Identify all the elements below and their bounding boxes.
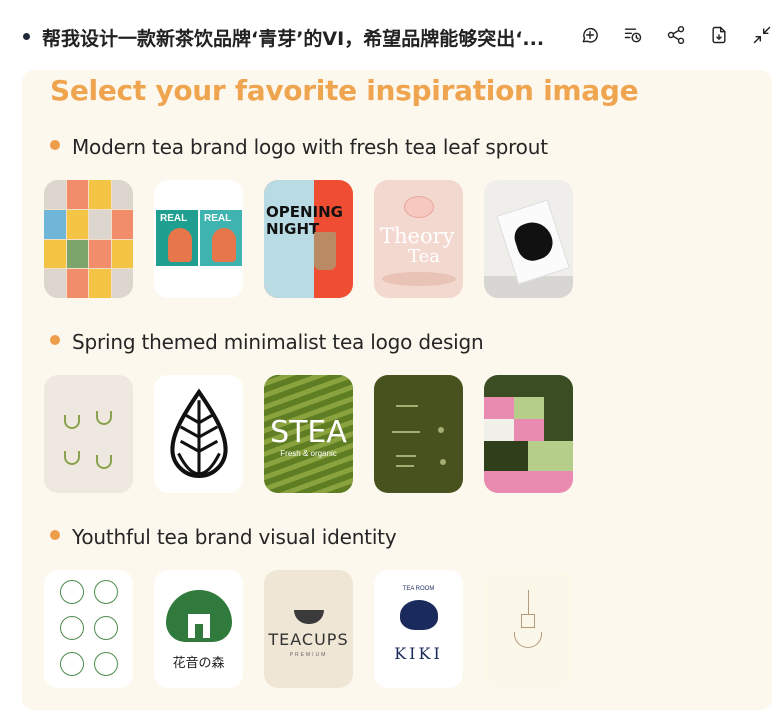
chat-header: 帮我设计一款新茶饮品牌‘青芽’的VI，希望品牌能够突出‘...: [0, 0, 783, 72]
pack-label: REAL: [204, 213, 232, 224]
tea-leaf-drop-icon: [169, 388, 228, 478]
stea-wordmark: STEA: [270, 415, 347, 450]
inspiration-thumb-pink-green-board[interactable]: [484, 375, 573, 493]
share-button[interactable]: [665, 22, 687, 48]
section-header: Youthful tea brand visual identity: [50, 525, 397, 549]
bullet-dot: [50, 335, 60, 345]
inspiration-thumb-hand-box[interactable]: [484, 180, 573, 298]
kiki-top-text: TEA ROOM: [402, 586, 435, 592]
share-icon: [667, 25, 685, 45]
inspiration-thumb-leaf-icons[interactable]: [44, 375, 133, 493]
section-header: Spring themed minimalist tea logo design: [50, 330, 484, 354]
inspiration-thumb-real-packs[interactable]: REAL REAL: [154, 180, 243, 298]
poster-text: OPENING NIGHT: [266, 203, 343, 238]
theory-word: Theory: [380, 224, 455, 248]
inspiration-thumb-leaf-badges[interactable]: [44, 570, 133, 688]
inspiration-thumb-forest-house[interactable]: 花音の森: [154, 570, 243, 688]
teacups-wordmark: TEACUPS: [268, 630, 349, 649]
history-button[interactable]: [622, 22, 644, 48]
teacups-subtitle: PREMIUM: [289, 652, 328, 658]
stea-tagline: Fresh & organic: [280, 449, 337, 458]
inspiration-thumb-collage[interactable]: [44, 180, 133, 298]
section-label: Spring themed minimalist tea logo design: [72, 330, 484, 354]
inspiration-thumb-kiki-teapot[interactable]: TEA ROOM KIKI: [374, 570, 463, 688]
collapse-icon: [753, 26, 771, 44]
thumbnail-row: 花音の森 TEACUPS PREMIUM TEA ROOM KIKI: [44, 570, 573, 688]
thumbnail-row: REAL REAL OPENING NIGHT Theory Tea: [44, 180, 573, 298]
inspiration-panel: Select your favorite inspiration image M…: [22, 70, 772, 710]
pack-label: REAL: [160, 213, 188, 224]
plus-circle-icon: [582, 28, 598, 43]
conversation-title[interactable]: 帮我设计一款新茶饮品牌‘青芽’的VI，希望品牌能够突出‘...: [42, 24, 572, 51]
inspiration-thumb-teacups[interactable]: TEACUPS PREMIUM: [264, 570, 353, 688]
forest-logo-text: 花音の森: [172, 656, 225, 671]
section-label: Youthful tea brand visual identity: [72, 525, 397, 549]
status-dot: [23, 33, 30, 40]
panel-title: Select your favorite inspiration image: [50, 74, 639, 107]
kiki-wordmark: KIKI: [394, 644, 443, 663]
collapse-button[interactable]: [751, 22, 773, 48]
section-label: Modern tea brand logo with fresh tea lea…: [72, 135, 548, 159]
tea-word: Tea: [408, 246, 440, 267]
bullet-dot: [50, 530, 60, 540]
export-button[interactable]: [708, 22, 730, 48]
inspiration-thumb-opening-night[interactable]: OPENING NIGHT: [264, 180, 353, 298]
inspiration-thumb-teabag-cup[interactable]: [484, 570, 573, 688]
new-chat-button[interactable]: [579, 22, 601, 48]
inspiration-thumb-theory-of-tea[interactable]: Theory Tea: [374, 180, 463, 298]
bullet-dot: [50, 140, 60, 150]
header-actions: [579, 22, 773, 48]
thumbnail-row: STEA Fresh & organic: [44, 375, 573, 493]
export-icon: [712, 26, 726, 44]
inspiration-thumb-stea[interactable]: STEA Fresh & organic: [264, 375, 353, 493]
history-list-icon: [624, 28, 642, 43]
section-header: Modern tea brand logo with fresh tea lea…: [50, 135, 548, 159]
inspiration-thumb-leaf-drop[interactable]: [154, 375, 243, 493]
inspiration-thumb-olive-identity[interactable]: [374, 375, 463, 493]
